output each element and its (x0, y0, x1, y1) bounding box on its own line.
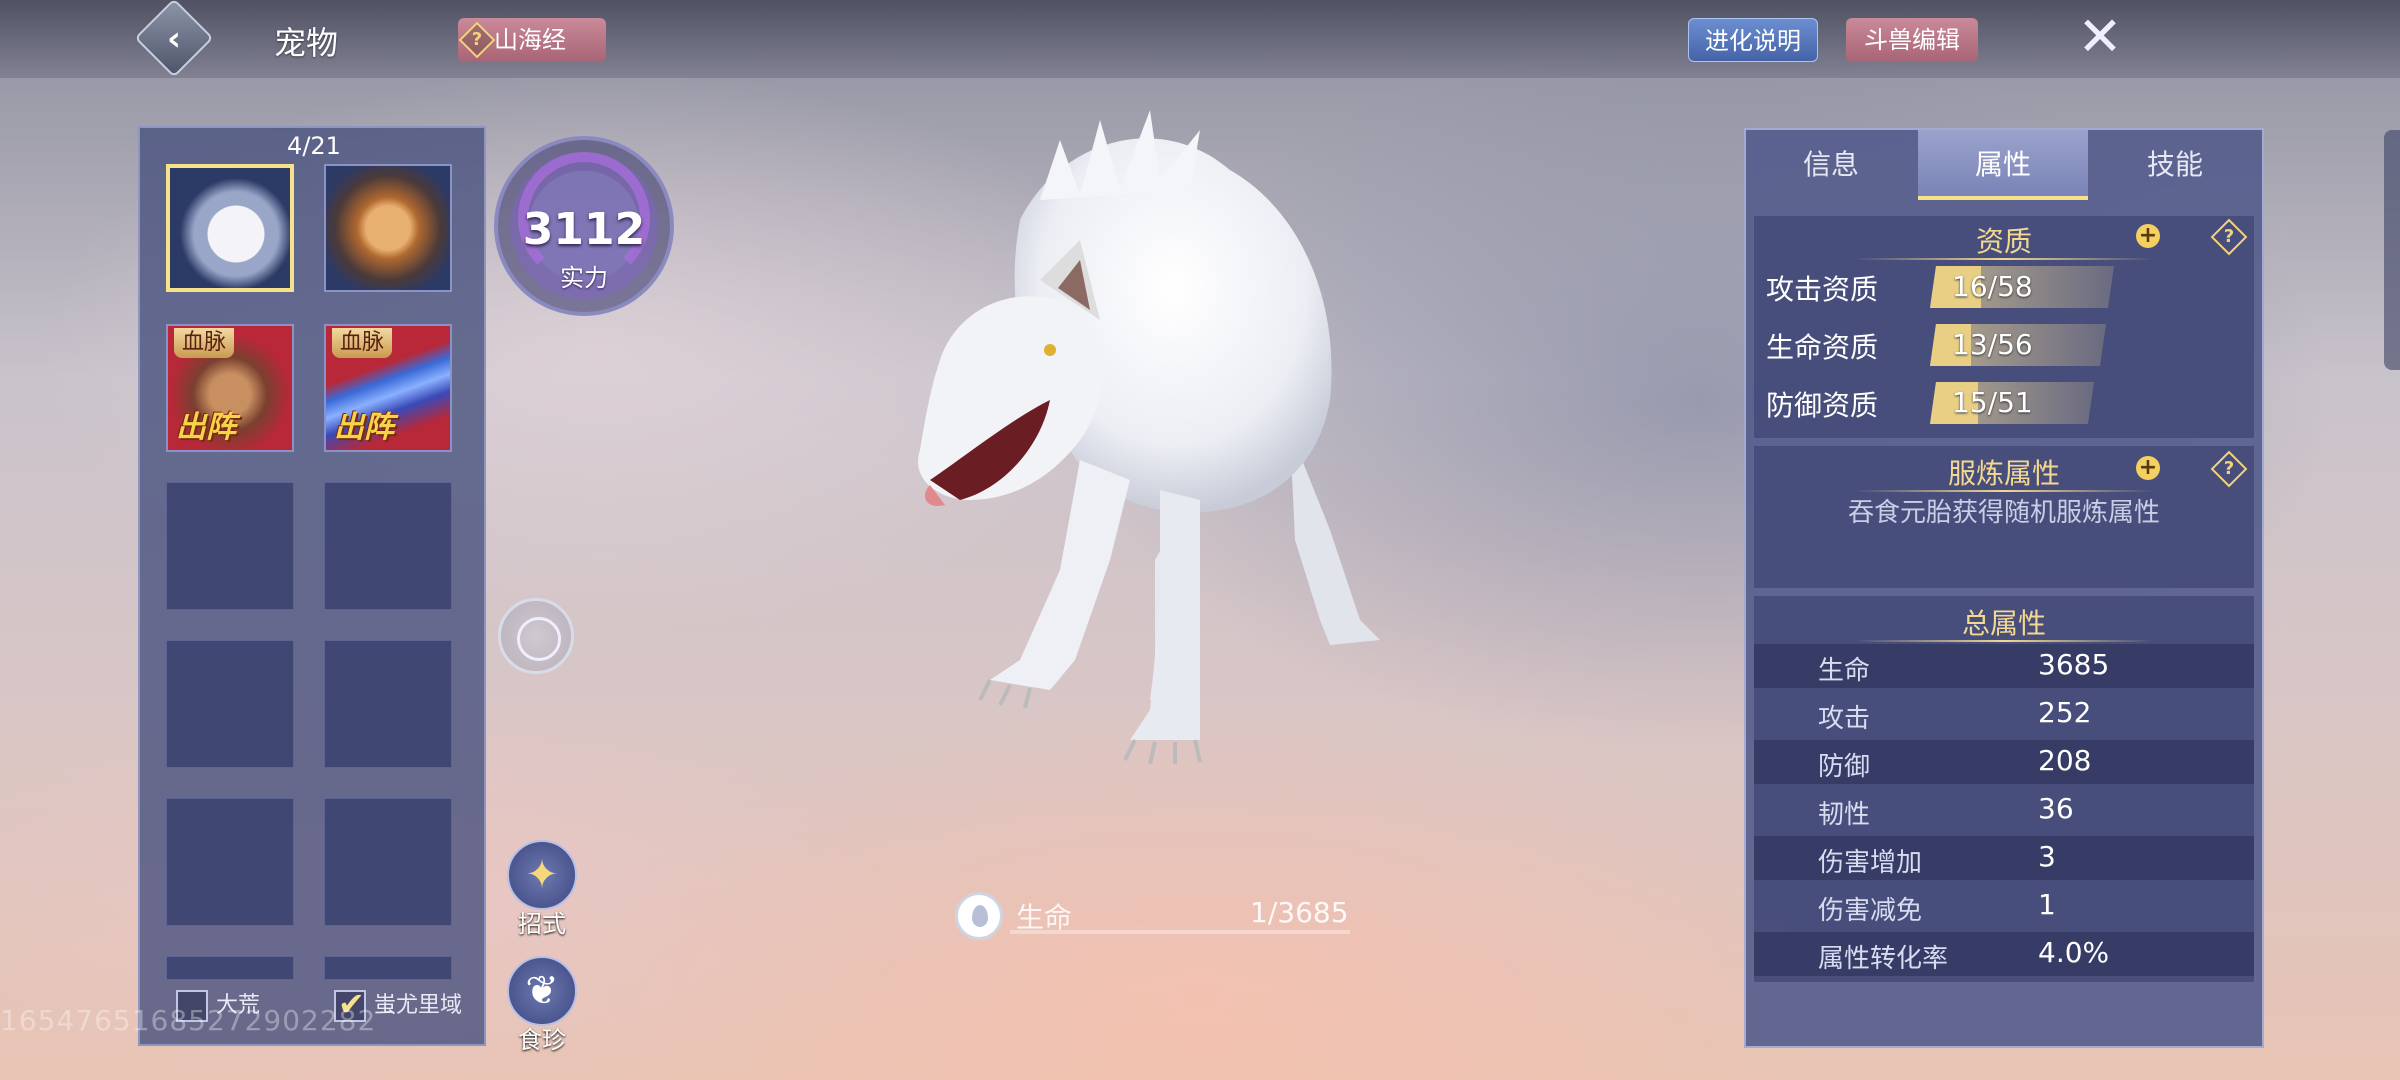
lion-portrait (326, 166, 450, 290)
stat-row: 属性转化率 4.0% (1754, 932, 2254, 976)
stat-value: 36 (2038, 792, 2074, 825)
food-label: 食珍 (518, 1026, 566, 1054)
refine-title: 服炼属性 (1947, 457, 2060, 490)
side-drawer-handle[interactable] (2384, 130, 2400, 370)
attribute-panel: 信息 属性 技能 资质 + ? 攻击资质 16/58 生命资质 13/56 防御… (1744, 128, 2264, 1048)
pet-count: 4/21 (287, 132, 341, 160)
total-stats-section: 总属性 生命 3685 攻击 252 防御 208 韧性 36 伤害增加 3 伤… (1754, 596, 2254, 982)
bloodline-tag: 血脉 (332, 328, 393, 358)
stat-row: 伤害增加 3 (1754, 836, 2254, 880)
pet-slot-wolf[interactable] (166, 164, 294, 292)
aptitude-bar: 15/51 (1930, 382, 2094, 424)
close-icon[interactable]: ✕ (2074, 10, 2126, 64)
stat-name: 属性转化率 (1818, 944, 1949, 974)
aptitude-row: 防御资质 15/51 (1754, 380, 2254, 424)
power-value: 3112 (522, 204, 646, 255)
bloodline-tag: 血脉 (174, 328, 235, 358)
stat-name: 伤害减免 (1818, 896, 1923, 926)
empty-pet-slot[interactable] (166, 640, 294, 768)
power-label: 实力 (560, 264, 608, 292)
beast-edit-button[interactable]: 斗兽编辑 (1846, 18, 1978, 62)
help-icon: ? (458, 21, 496, 59)
food-icon: ❦ (507, 956, 577, 1026)
hp-drop-icon (955, 892, 1003, 940)
empty-pet-slot[interactable] (166, 482, 294, 610)
title-divider (1854, 640, 2154, 642)
empty-pet-slot[interactable] (166, 956, 294, 980)
moves-label: 招式 (518, 910, 566, 938)
stat-value: 3685 (2038, 648, 2110, 681)
aptitude-value: 16/58 (1952, 270, 2033, 303)
aptitude-bar: 13/56 (1930, 324, 2106, 366)
stat-name: 防御 (1818, 752, 1871, 782)
stat-row: 韧性 36 (1754, 788, 2254, 832)
pet-model-wolf (918, 110, 1380, 765)
moves-button[interactable]: ✦ 招式 (502, 840, 582, 939)
empty-pet-slot[interactable] (324, 482, 452, 610)
tab-bar: 信息 属性 技能 (1746, 130, 2262, 200)
pet-slot-bloodline-1[interactable]: 血脉 出阵 (166, 324, 294, 452)
watermark-id: 16547651685272902282 (0, 1004, 377, 1037)
refine-description: 吞食元胎获得随机服炼属性 (1847, 498, 2160, 528)
hp-bar (1010, 930, 1350, 934)
stat-name: 伤害增加 (1818, 848, 1923, 878)
hp-value: 1/3685 (1250, 896, 1349, 929)
deploy-tag: 出阵 (334, 410, 394, 445)
tab-skills[interactable]: 技能 (2090, 130, 2260, 200)
tab-info[interactable]: 信息 (1746, 130, 1916, 200)
stat-value: 4.0% (2038, 936, 2110, 969)
stat-value: 3 (2038, 840, 2056, 873)
empty-pet-slot[interactable] (324, 640, 452, 768)
stat-row: 防御 208 (1754, 740, 2254, 784)
food-button[interactable]: ❦ 食珍 (502, 956, 582, 1055)
rotate-view-button[interactable] (498, 598, 574, 674)
stat-row: 生命 3685 (1754, 644, 2254, 688)
pet-slot-lion[interactable] (324, 164, 452, 292)
aptitude-value: 15/51 (1952, 386, 2033, 419)
stat-row: 攻击 252 (1754, 692, 2254, 736)
deploy-tag: 出阵 (176, 410, 236, 445)
evolve-info-button[interactable]: 进化说明 (1688, 18, 1818, 62)
add-icon[interactable]: + (2136, 456, 2160, 480)
wolf-portrait (170, 168, 290, 288)
aptitude-section: 资质 + ? 攻击资质 16/58 生命资质 13/56 防御资质 15/51 (1754, 216, 2254, 438)
chevron-left-icon: ‹ (166, 18, 181, 59)
pet-list-panel: 4/21 血脉 出阵 血脉 出阵 大荒 蚩尤里域 (138, 126, 486, 1046)
shanhai-button[interactable]: ? 山海经 (458, 18, 606, 62)
shanhai-label: 山海经 (494, 26, 566, 54)
filter-label: 蚩尤里域 (374, 993, 463, 1018)
tab-attributes[interactable]: 属性 (1918, 130, 2088, 200)
stat-value: 252 (2038, 696, 2092, 729)
empty-pet-slot[interactable] (166, 798, 294, 926)
stat-name: 韧性 (1818, 800, 1871, 830)
fox-icon: ✦ (507, 840, 577, 910)
empty-pet-slot[interactable] (324, 798, 452, 926)
stat-name: 攻击 (1818, 704, 1871, 734)
aptitude-value: 13/56 (1952, 328, 2033, 361)
aptitude-bar: 16/58 (1930, 266, 2114, 308)
total-title: 总属性 (1961, 607, 2046, 640)
page-title: 宠物 (274, 24, 339, 62)
power-emblem: 3112 实力 (494, 136, 674, 316)
aptitude-row: 生命资质 13/56 (1754, 322, 2254, 366)
add-icon[interactable]: + (2136, 224, 2160, 248)
empty-pet-slot[interactable] (324, 956, 452, 980)
stat-name: 生命 (1818, 656, 1871, 686)
title-divider (1854, 258, 2154, 260)
refine-section: 服炼属性 + ? 吞食元胎获得随机服炼属性 (1754, 446, 2254, 588)
aptitude-row: 攻击资质 16/58 (1754, 264, 2254, 308)
aptitude-label: 攻击资质 (1766, 273, 1879, 306)
pet-slot-bloodline-2[interactable]: 血脉 出阵 (324, 324, 452, 452)
aptitude-title: 资质 (1975, 225, 2032, 258)
stat-value: 1 (2038, 888, 2056, 921)
stat-row: 伤害减免 1 (1754, 884, 2254, 928)
top-bar (0, 0, 2400, 78)
stat-value: 208 (2038, 744, 2092, 777)
aptitude-label: 生命资质 (1766, 331, 1879, 364)
aptitude-label: 防御资质 (1766, 389, 1879, 422)
